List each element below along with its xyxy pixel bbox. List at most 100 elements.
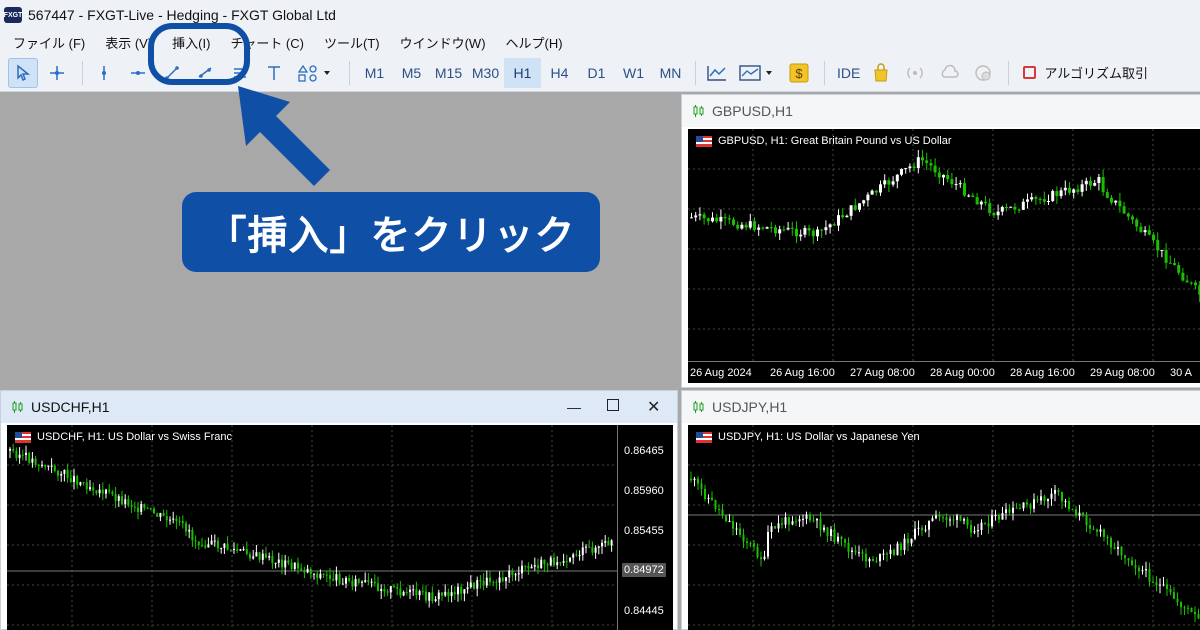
chart-template-icon[interactable] (736, 58, 780, 88)
price-chart[interactable]: GBPUSD, H1: Great Britain Pound vs US Do… (688, 129, 1200, 383)
dollar-icon[interactable]: $ (784, 58, 814, 88)
chart-window-usdchf[interactable]: USDCHF,H1 — ✕ USDCHF, H1: US Dollar vs S… (0, 390, 678, 630)
candle-body (498, 577, 501, 583)
y-tick: 0.85455 (624, 525, 664, 537)
candle-body (73, 476, 75, 482)
candle-body (521, 565, 523, 574)
candle-body (345, 577, 347, 584)
candle-body (137, 507, 139, 512)
signal-icon[interactable] (900, 58, 930, 88)
chart-window-header: GBPUSD,H1 (682, 95, 1200, 127)
candle-body (707, 497, 710, 499)
candle-body (108, 489, 111, 492)
tf-m30[interactable]: M30 (467, 58, 504, 88)
menu-file[interactable]: ファイル (F) (13, 33, 85, 52)
algo-trading-label[interactable]: アルゴリズム取引 (1044, 63, 1148, 82)
candle-body (284, 560, 287, 568)
candle-body (882, 553, 885, 555)
chart-caption-text: GBPUSD, H1: Great Britain Pound vs US Do… (718, 135, 952, 147)
candle-body (996, 211, 1000, 216)
tf-h1[interactable]: H1 (504, 57, 541, 88)
market-bag-icon[interactable] (866, 58, 896, 88)
candle-body (763, 556, 766, 560)
candle-body (865, 553, 867, 562)
menu-window[interactable]: ウインドウ(W) (400, 33, 486, 52)
indicator-icon[interactable] (702, 58, 732, 88)
tf-w1[interactable]: W1 (615, 58, 652, 88)
menu-help[interactable]: ヘルプ(H) (506, 33, 563, 52)
candle-body (527, 566, 530, 569)
tf-m5[interactable]: M5 (393, 58, 430, 88)
candle-body (790, 227, 794, 229)
chart-caption: USDCHF, H1: US Dollar vs Swiss Franc (15, 431, 232, 443)
cursor-icon[interactable] (8, 57, 38, 88)
tf-m1[interactable]: M1 (356, 58, 393, 88)
maximize-icon[interactable] (607, 399, 619, 411)
candle-body (178, 520, 181, 522)
candle-body (1114, 200, 1118, 203)
candle-body (872, 559, 874, 561)
candle-body (482, 581, 485, 586)
algo-trading-checkbox[interactable] (1023, 66, 1037, 79)
price-chart[interactable]: USDCHF, H1: US Dollar vs Swiss Franc 0.8… (7, 425, 673, 630)
pointer-arrow-icon (238, 86, 330, 186)
candle-body (463, 589, 466, 594)
candle-body (1152, 234, 1155, 241)
current-price-label: 0.84972 (622, 563, 666, 577)
candle-body (1012, 507, 1014, 513)
menu-tools[interactable]: ツール(T) (324, 33, 380, 52)
candle-body (159, 513, 162, 517)
candle-body (970, 524, 972, 533)
candle-body (31, 458, 34, 463)
chart-window-gbpusd[interactable]: GBPUSD,H1 GBPUSD, H1: Great Britain Poun… (681, 94, 1200, 388)
candle-body (861, 552, 864, 554)
candle-body (979, 201, 983, 205)
candle-body (12, 448, 15, 451)
candle-body (82, 482, 85, 484)
chart-window-usdjpy[interactable]: USDJPY,H1 USDJPY, H1: US Dollar vs Japan… (681, 390, 1200, 630)
minimize-icon[interactable]: — (567, 399, 581, 415)
candle-body (992, 212, 996, 216)
tf-m15[interactable]: M15 (430, 58, 467, 88)
candle-body (886, 553, 888, 555)
candle-body (181, 521, 184, 524)
candle-body (879, 553, 881, 562)
candle-body (41, 464, 43, 466)
candle-body (524, 565, 527, 567)
candle-body (303, 570, 306, 573)
cloud-icon[interactable] (934, 58, 964, 88)
ide-button[interactable]: IDE (837, 65, 860, 81)
candle-body (306, 568, 309, 573)
candle-body (693, 478, 696, 481)
tf-h4[interactable]: H4 (541, 58, 578, 88)
candle-body (249, 554, 251, 559)
candle-body (714, 499, 717, 510)
tf-d1[interactable]: D1 (578, 58, 615, 88)
menu-view[interactable]: 表示 (V) (105, 33, 152, 52)
close-icon[interactable]: ✕ (647, 397, 660, 417)
candle-body (931, 518, 934, 522)
candle-body (1187, 607, 1189, 609)
candle-body (300, 568, 303, 571)
candle-body (1126, 213, 1130, 217)
candle-body (1078, 512, 1081, 516)
vps-icon[interactable] (968, 58, 998, 88)
vertical-line-icon[interactable] (89, 58, 119, 88)
x-tick: 30 A (1170, 367, 1193, 379)
crosshair-icon[interactable] (42, 58, 72, 88)
candle-body (1159, 584, 1161, 586)
candle-body (984, 201, 987, 204)
candle-body (172, 518, 175, 520)
candle-body (309, 568, 312, 574)
candle-body (213, 540, 216, 542)
candle-body (508, 570, 511, 578)
candle-body (575, 554, 578, 556)
candle-body (1106, 536, 1109, 539)
candle-body (956, 515, 958, 521)
tf-mn[interactable]: MN (652, 58, 689, 88)
candle-body (386, 591, 389, 593)
toolbar-separator (824, 60, 825, 85)
price-chart[interactable]: USDJPY, H1: US Dollar vs Japanese Yen (688, 425, 1200, 630)
candle-body (1135, 219, 1139, 227)
candle-body (728, 521, 731, 523)
